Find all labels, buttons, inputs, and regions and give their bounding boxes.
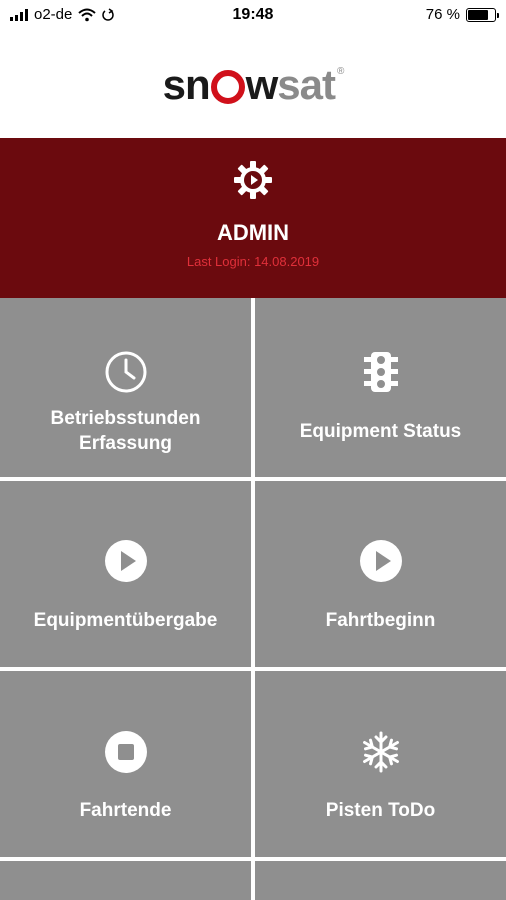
tile-label: Fahrtbeginn [325, 610, 436, 631]
tile-label: Betriebsstunden [50, 408, 201, 429]
last-login: Last Login: 14.08.2019 [186, 254, 320, 269]
admin-banner[interactable]: ADMIN Last Login: 14.08.2019 [0, 138, 506, 298]
tile-fahrtbeginn[interactable]: Fahrtbeginn [255, 481, 506, 667]
snowsat-logo: sn w sat ® [162, 61, 345, 108]
stop-icon [104, 731, 147, 773]
tile-fahrtende[interactable]: Fahrtende [0, 671, 251, 857]
play-icon [104, 540, 147, 582]
play-icon [359, 540, 402, 582]
user-role: ADMIN [216, 220, 290, 245]
tile-betriebsstunden[interactable]: Betriebsstunden Erfassung [0, 298, 251, 477]
tile-label: Equipmentübergabe [33, 610, 218, 631]
clock-icon [105, 351, 146, 393]
tile-row4-right[interactable] [255, 861, 506, 900]
header: sn w sat ® [0, 32, 506, 138]
tile-row4-left[interactable] [0, 861, 251, 900]
tile-label: Fahrtende [79, 800, 172, 821]
tile-pisten-todo[interactable]: Pisten ToDo [255, 671, 506, 857]
battery-icon [466, 7, 499, 22]
tile-label: Pisten ToDo [325, 800, 436, 821]
tile-equipmentuebergabe[interactable]: Equipmentübergabe [0, 481, 251, 667]
menu-grid: Betriebsstunden Erfassung Equipment Stat… [0, 298, 506, 900]
status-bar: o2-de 19:48 76 % [0, 0, 506, 32]
tile-label: Equipment Status [299, 421, 462, 442]
gear-icon [234, 161, 272, 199]
traffic-light-icon [363, 352, 398, 392]
tile-equipment-status[interactable]: Equipment Status [255, 298, 506, 477]
snowflake-icon [362, 731, 399, 773]
battery-percent: 76 % [425, 6, 460, 23]
status-right: 76 % [425, 6, 499, 23]
logo-ring-icon [210, 70, 245, 104]
tile-label: Erfassung [79, 433, 172, 454]
